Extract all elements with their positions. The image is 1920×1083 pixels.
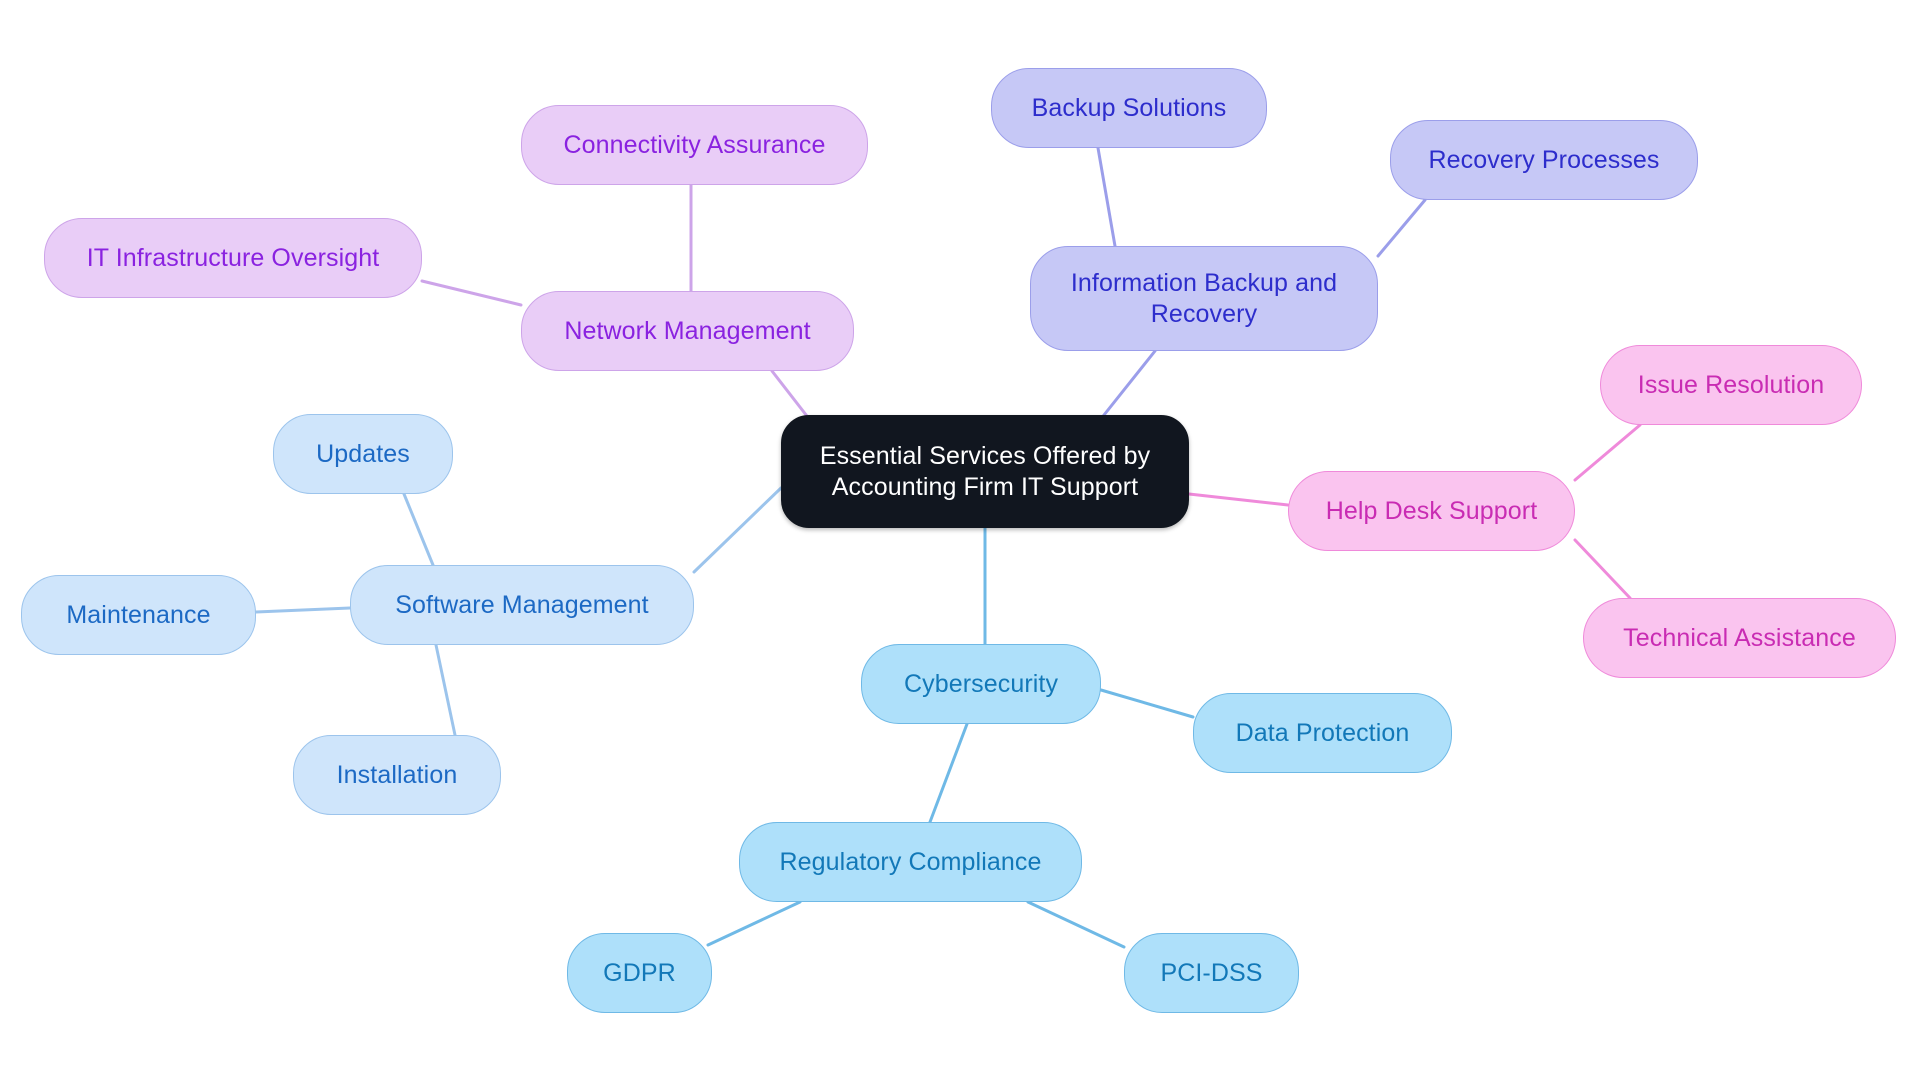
node-label: Backup Solutions xyxy=(1031,93,1227,122)
node-network-management[interactable]: Network Management xyxy=(521,291,854,371)
node-connectivity-assurance[interactable]: Connectivity Assurance xyxy=(521,105,868,185)
node-label: Network Management xyxy=(564,316,811,345)
edge-help_desk_support-to-technical_assistance xyxy=(1573,538,1632,600)
node-software-management[interactable]: Software Management xyxy=(350,565,694,645)
node-regulatory-compliance[interactable]: Regulatory Compliance xyxy=(739,822,1082,902)
edge-root-to-information_backup_recovery xyxy=(1098,349,1157,422)
edge-root-to-help_desk_support xyxy=(1187,492,1290,507)
node-cybersecurity[interactable]: Cybersecurity xyxy=(861,644,1101,724)
node-updates[interactable]: Updates xyxy=(273,414,453,494)
node-label: IT Infrastructure Oversight xyxy=(86,243,380,272)
edge-cybersecurity-to-data_protection xyxy=(1099,688,1195,719)
edge-software_management-to-maintenance xyxy=(254,606,352,614)
node-root-essential-services[interactable]: Essential Services Offered by Accounting… xyxy=(781,415,1189,528)
node-it-infrastructure-oversight[interactable]: IT Infrastructure Oversight xyxy=(44,218,422,298)
node-issue-resolution[interactable]: Issue Resolution xyxy=(1600,345,1862,425)
edge-cybersecurity-to-regulatory_compliance xyxy=(928,722,969,824)
node-information-backup-and-recovery[interactable]: Information Backup and Recovery xyxy=(1030,246,1378,351)
node-label: Maintenance xyxy=(66,600,211,629)
edge-help_desk_support-to-issue_resolution xyxy=(1573,423,1642,482)
node-label: Updates xyxy=(316,439,410,468)
node-label: Software Management xyxy=(395,590,649,619)
node-recovery-processes[interactable]: Recovery Processes xyxy=(1390,120,1698,200)
node-help-desk-support[interactable]: Help Desk Support xyxy=(1288,471,1575,551)
node-label: Cybersecurity xyxy=(903,669,1059,698)
node-installation[interactable]: Installation xyxy=(293,735,501,815)
node-technical-assistance[interactable]: Technical Assistance xyxy=(1583,598,1896,678)
edge-software_management-to-installation xyxy=(434,643,457,737)
node-label: Regulatory Compliance xyxy=(779,847,1042,876)
edge-regulatory_compliance-to-pci_dss xyxy=(1026,900,1126,949)
node-data-protection[interactable]: Data Protection xyxy=(1193,693,1452,773)
node-label: Connectivity Assurance xyxy=(563,130,826,159)
node-label: PCI-DSS xyxy=(1160,958,1263,987)
node-backup-solutions[interactable]: Backup Solutions xyxy=(991,68,1267,148)
edge-root-to-network_management xyxy=(770,369,812,422)
node-label: Essential Services Offered by Accounting… xyxy=(819,442,1151,501)
edge-root-to-software_management xyxy=(692,486,783,574)
edge-software_management-to-updates xyxy=(402,492,435,567)
edge-regulatory_compliance-to-gdpr xyxy=(706,900,802,947)
node-label: Issue Resolution xyxy=(1637,370,1825,399)
edge-network_management-to-it_infrastructure_oversight xyxy=(420,279,523,307)
mindmap-canvas: Connectivity Assurance IT Infrastructure… xyxy=(0,0,1920,1083)
node-label: Technical Assistance xyxy=(1623,623,1856,652)
node-gdpr[interactable]: GDPR xyxy=(567,933,712,1013)
node-label: GDPR xyxy=(603,958,676,987)
edge-information_backup_recovery-to-recovery_processes xyxy=(1376,198,1427,258)
node-label: Help Desk Support xyxy=(1325,496,1538,525)
node-label: Recovery Processes xyxy=(1428,145,1660,174)
node-label: Installation xyxy=(336,760,458,789)
node-label: Data Protection xyxy=(1235,718,1410,747)
edge-information_backup_recovery-to-backup_solutions xyxy=(1096,146,1117,248)
node-pci-dss[interactable]: PCI-DSS xyxy=(1124,933,1299,1013)
node-label: Information Backup and Recovery xyxy=(1070,269,1338,328)
node-maintenance[interactable]: Maintenance xyxy=(21,575,256,655)
